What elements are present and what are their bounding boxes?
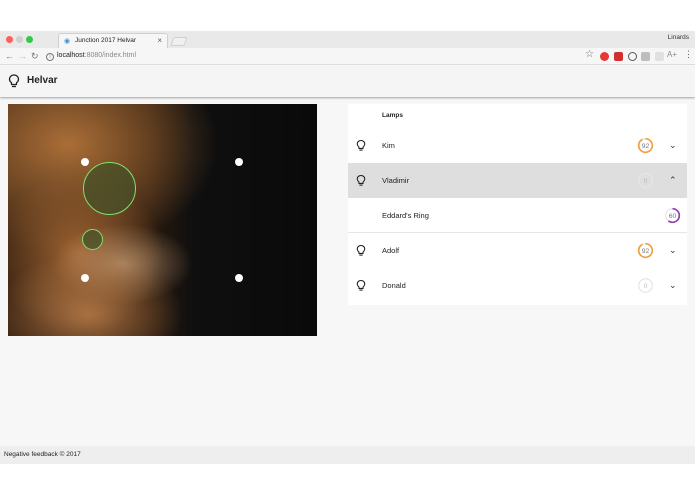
extension-block-icon[interactable] xyxy=(628,52,637,61)
brightness-gauge[interactable]: 92 xyxy=(637,137,654,154)
close-window-button[interactable] xyxy=(6,36,13,43)
chevron-down-icon[interactable]: ⌄ xyxy=(669,278,677,292)
tab-close-icon[interactable]: × xyxy=(157,34,162,48)
tab-title: Junction 2017 Helvar xyxy=(75,37,137,44)
browser-tab[interactable]: ◉ Junction 2017 Helvar × xyxy=(58,33,168,48)
browser-menu-icon[interactable]: ⋮ xyxy=(684,49,693,60)
lamp-row-vladimir[interactable]: Vladimir 0 ⌃ xyxy=(348,163,687,198)
footer: Negative feedback © 2017 xyxy=(0,446,695,464)
gauge-value: 92 xyxy=(642,248,650,255)
gauge-value: 0 xyxy=(644,178,648,185)
back-arrow-icon[interactable]: ← xyxy=(5,50,14,62)
calibration-handle-top-left[interactable] xyxy=(81,158,89,166)
lamp-name: Adolf xyxy=(382,246,400,255)
light-spot-large[interactable] xyxy=(83,162,136,215)
maximize-window-button[interactable] xyxy=(26,36,33,43)
gauge-value: 92 xyxy=(642,143,650,150)
calibration-handle-bottom-right[interactable] xyxy=(235,274,243,282)
lightbulb-icon xyxy=(356,279,366,291)
lightbulb-icon xyxy=(356,174,366,186)
lightbulb-icon xyxy=(8,74,20,88)
helvar-favicon-icon: ◉ xyxy=(64,38,71,45)
brightness-gauge[interactable]: 92 xyxy=(637,242,654,259)
app-bar: Helvar xyxy=(0,66,695,97)
lamp-group-name: Eddard's Ring xyxy=(382,211,429,220)
url-path: :8080/index.html xyxy=(84,52,137,59)
lightbulb-icon xyxy=(356,244,366,256)
lamp-group-row-eddards-ring[interactable]: Eddard's Ring 60 xyxy=(348,198,687,233)
profile-name[interactable]: Linards xyxy=(668,34,689,41)
camera-view[interactable] xyxy=(8,104,317,336)
browser-toolbar: ← → ↻ i localhost:8080/index.html ☆ A+ ⋮ xyxy=(0,48,695,65)
lamps-panel: Lamps Kim 92 ⌄ Vladimir 0 ⌃ Eddard's Rin… xyxy=(348,104,687,305)
minimize-window-button[interactable] xyxy=(16,36,23,43)
bookmark-star-icon[interactable]: ☆ xyxy=(585,49,594,60)
new-tab-button[interactable] xyxy=(170,37,188,46)
calibration-handle-top-right[interactable] xyxy=(235,158,243,166)
chevron-up-icon[interactable]: ⌃ xyxy=(669,173,677,187)
forward-arrow-icon[interactable]: → xyxy=(18,50,27,62)
lamp-row-adolf[interactable]: Adolf 92 ⌄ xyxy=(348,233,687,268)
calibration-handle-bottom-left[interactable] xyxy=(81,274,89,282)
extension-hand-icon[interactable] xyxy=(641,52,650,61)
lamp-name: Vladimir xyxy=(382,176,410,185)
chevron-down-icon[interactable]: ⌄ xyxy=(669,243,677,257)
browser-tabstrip: ◉ Junction 2017 Helvar × Linards xyxy=(0,31,695,48)
address-bar[interactable]: i localhost:8080/index.html xyxy=(46,51,136,61)
lamp-name: Kim xyxy=(382,141,395,150)
lamp-row-kim[interactable]: Kim 92 ⌄ xyxy=(348,128,687,163)
info-icon[interactable]: i xyxy=(46,53,54,61)
gauge-value: 60 xyxy=(669,213,677,220)
lamps-header: Lamps xyxy=(382,112,403,119)
app-title: Helvar xyxy=(27,75,58,86)
light-spot-small[interactable] xyxy=(82,229,103,250)
url-host: localhost xyxy=(57,52,85,59)
brightness-gauge[interactable]: 0 xyxy=(637,172,654,189)
extension-font-icon[interactable]: A+ xyxy=(667,50,677,59)
helvar-app: Helvar Lamps Kim 92 ⌄ Vladimir 0 ⌃ Eddar… xyxy=(0,66,695,464)
gauge-value: 0 xyxy=(644,283,648,290)
chevron-down-icon[interactable]: ⌄ xyxy=(669,138,677,152)
extension-lastpass-icon[interactable] xyxy=(614,52,623,61)
extension-opera-icon[interactable] xyxy=(600,52,609,61)
lightbulb-icon xyxy=(356,139,366,151)
lamp-row-donald[interactable]: Donald 0 ⌄ xyxy=(348,268,687,303)
lamp-name: Donald xyxy=(382,281,406,290)
reload-icon[interactable]: ↻ xyxy=(31,50,39,62)
extension-grid-icon[interactable] xyxy=(655,52,664,61)
brightness-gauge[interactable]: 0 xyxy=(637,277,654,294)
brightness-gauge[interactable]: 60 xyxy=(664,207,681,224)
